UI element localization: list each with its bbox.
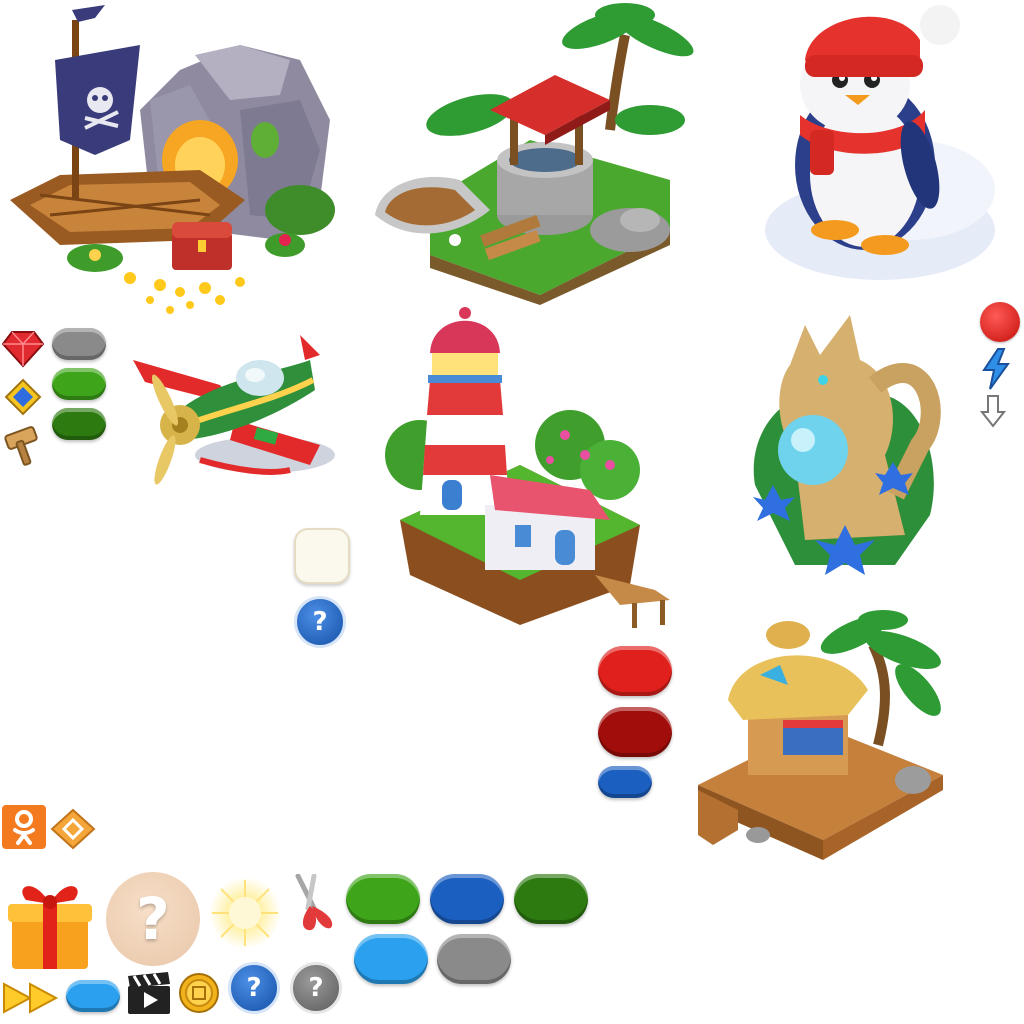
gray-button[interactable] bbox=[52, 328, 106, 360]
question-mark-icon: ? bbox=[136, 885, 170, 953]
gift-box-icon[interactable] bbox=[4, 876, 96, 972]
green-button[interactable] bbox=[52, 368, 106, 400]
pirate-cove-sprite[interactable] bbox=[0, 0, 345, 325]
red-record-icon[interactable] bbox=[980, 302, 1020, 342]
scissors-icon[interactable] bbox=[288, 874, 338, 934]
water-well-sprite[interactable] bbox=[370, 0, 700, 305]
unknown-item-button[interactable]: ? bbox=[106, 872, 200, 966]
help-blue-button[interactable]: ? bbox=[228, 962, 280, 1014]
straw-hut-sprite[interactable] bbox=[688, 605, 953, 860]
dragon-statue-sprite[interactable] bbox=[735, 305, 950, 580]
lightning-bolt-icon[interactable] bbox=[980, 348, 1012, 390]
cream-square-button[interactable] bbox=[294, 528, 350, 584]
ok-social-icon[interactable] bbox=[2, 805, 46, 849]
hammer-icon[interactable] bbox=[4, 425, 42, 467]
blue-small-button[interactable] bbox=[598, 766, 652, 798]
gold-coin-icon[interactable] bbox=[178, 972, 220, 1014]
propeller-plane-sprite[interactable] bbox=[125, 330, 345, 490]
ruby-gem-icon[interactable] bbox=[2, 328, 44, 368]
question-mark-icon: ? bbox=[308, 973, 324, 1003]
fast-forward-icon[interactable] bbox=[2, 980, 60, 1016]
game-puzzle-icon[interactable] bbox=[50, 808, 96, 850]
lighthouse-sprite[interactable] bbox=[370, 305, 680, 635]
red-button[interactable] bbox=[598, 646, 672, 696]
dark-green-large-button[interactable] bbox=[514, 874, 588, 924]
light-blue-large-button[interactable] bbox=[354, 934, 428, 984]
question-mark-icon: ? bbox=[246, 973, 262, 1003]
sun-glow-icon bbox=[208, 876, 282, 950]
help-question-button[interactable]: ? bbox=[294, 596, 346, 648]
dark-red-button[interactable] bbox=[598, 707, 672, 757]
question-mark-icon: ? bbox=[312, 607, 328, 637]
green-large-button[interactable] bbox=[346, 874, 420, 924]
help-gray-button[interactable]: ? bbox=[290, 962, 342, 1014]
gray-large-button[interactable] bbox=[437, 934, 511, 984]
arrow-down-icon[interactable] bbox=[980, 394, 1006, 428]
diamond-gem-icon[interactable] bbox=[4, 378, 42, 416]
blue-large-button[interactable] bbox=[430, 874, 504, 924]
blue-tiny-button[interactable] bbox=[66, 980, 120, 1012]
dark-green-button[interactable] bbox=[52, 408, 106, 440]
video-clapper-icon[interactable] bbox=[126, 970, 172, 1016]
penguin-sprite[interactable] bbox=[750, 0, 995, 290]
